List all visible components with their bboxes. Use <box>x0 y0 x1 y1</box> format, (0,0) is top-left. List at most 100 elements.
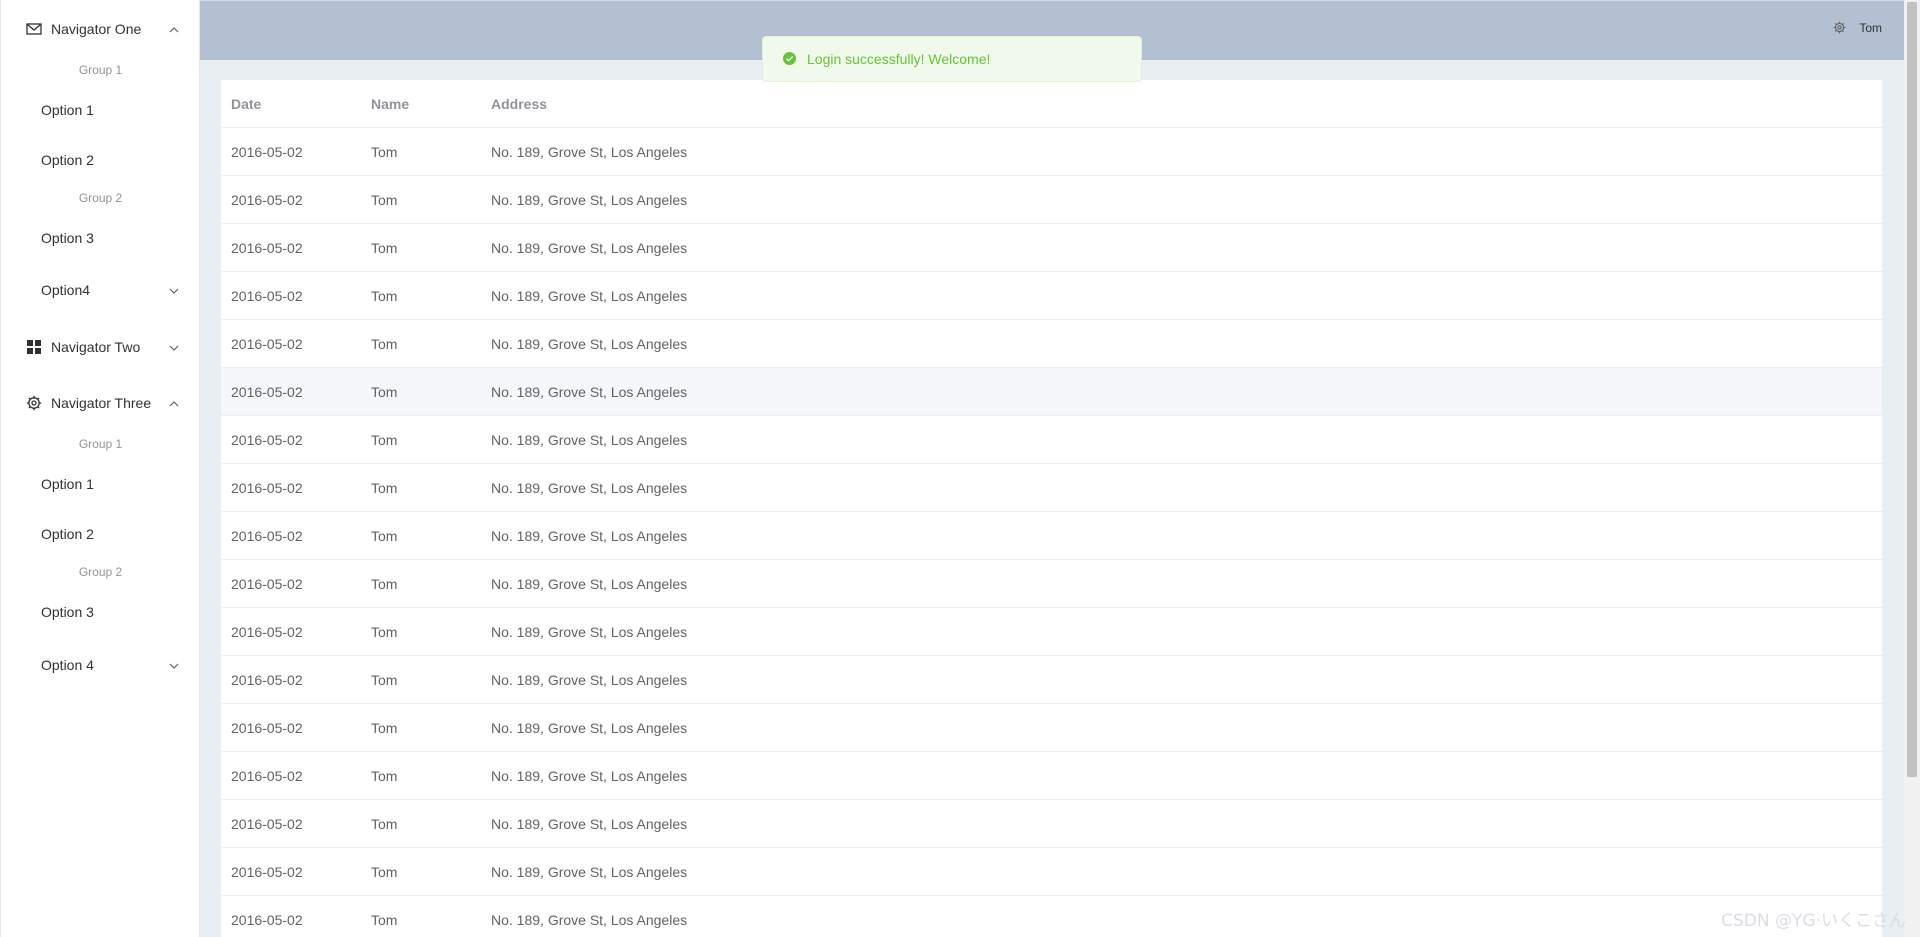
table-row[interactable]: 2016-05-02 Tom No. 189, Grove St, Los Ange… <box>221 656 1882 704</box>
table-row[interactable]: 2016-05-02 Tom No. 189, Grove St, Los Ange… <box>221 848 1882 896</box>
table-row[interactable]: 2016-05-02 Tom No. 189, Grove St, Los Ange… <box>221 176 1882 224</box>
cell-date: 2016-05-02 <box>231 768 303 784</box>
app-window: Navigator One Group 1 Option 1 Option 2 … <box>0 0 1920 937</box>
cell-address: No. 189, Grove St, Los Angeles <box>491 624 688 640</box>
cell-name: Tom <box>371 192 398 208</box>
cell-address: No. 189, Grove St, Los Angeles <box>491 432 688 448</box>
cell-name: Tom <box>371 720 398 736</box>
cell-date: 2016-05-02 <box>231 720 303 736</box>
menu-item-option-3[interactable]: Option 3 <box>1 213 200 263</box>
table-row[interactable]: 2016-05-02 Tom No. 189, Grove St, Los Ange… <box>221 752 1882 800</box>
cell-address: No. 189, Grove St, Los Angeles <box>491 480 688 496</box>
chevron-up-icon <box>168 397 180 409</box>
column-header-date[interactable]: Date <box>231 80 261 128</box>
data-table: Date Name Address 2016-05-02 Tom No. 189, … <box>221 80 1882 937</box>
cell-address: No. 189, Grove St, Los Angeles <box>491 576 688 592</box>
table-row[interactable]: 2016-05-02 Tom No. 189, Grove St, Los Ange… <box>221 560 1882 608</box>
menu-item-option-1[interactable]: Option 1 <box>1 85 200 135</box>
cell-name: Tom <box>371 768 398 784</box>
cell-date: 2016-05-02 <box>231 144 303 160</box>
submenu-option-4-label: Option4 <box>41 282 91 298</box>
watermark: CSDN @YG·いくこさん <box>1721 911 1906 931</box>
menu-item-option-2[interactable]: Option 2 <box>1 135 200 185</box>
cell-date: 2016-05-02 <box>231 576 303 592</box>
cell-address: No. 189, Grove St, Los Angeles <box>491 336 688 352</box>
cell-date: 2016-05-02 <box>231 432 303 448</box>
submenu-option-4[interactable]: Option 4 <box>1 640 200 690</box>
sidebar-submenu-navigator-two[interactable]: Navigator Two <box>1 319 200 375</box>
cell-name: Tom <box>371 912 398 928</box>
cell-address: No. 189, Grove St, Los Angeles <box>491 144 688 160</box>
sidebar-submenu-navigator-three[interactable]: Navigator Three <box>1 375 200 431</box>
table-row[interactable]: 2016-05-02 Tom No. 189, Grove St, Los Ange… <box>221 416 1882 464</box>
toast-message: Login successfully! Welcome! <box>807 51 991 67</box>
cell-address: No. 189, Grove St, Los Angeles <box>491 864 688 880</box>
cell-name: Tom <box>371 816 398 832</box>
gear-icon[interactable] <box>1833 21 1847 35</box>
page-scrollbar[interactable] <box>1904 0 1920 937</box>
sidebar-submenu-label: Navigator One <box>51 21 142 37</box>
menu-item-option-3[interactable]: Option 3 <box>1 587 200 637</box>
table-row[interactable]: 2016-05-02 Tom No. 189, Grove St, Los Ange… <box>221 368 1882 416</box>
cell-date: 2016-05-02 <box>231 192 303 208</box>
table-row[interactable]: 2016-05-02 Tom No. 189, Grove St, Los Ange… <box>221 512 1882 560</box>
mail-icon <box>25 20 43 38</box>
sidebar-menu: Navigator One Group 1 Option 1 Option 2 … <box>0 0 200 937</box>
cell-address: No. 189, Grove St, Los Angeles <box>491 720 688 736</box>
cell-date: 2016-05-02 <box>231 480 303 496</box>
menu-item-option-1[interactable]: Option 1 <box>1 459 200 509</box>
scrollbar-thumb[interactable] <box>1907 2 1917 777</box>
main-content: Date Name Address 2016-05-02 Tom No. 189, … <box>200 60 1904 937</box>
cell-name: Tom <box>371 240 398 256</box>
grid-icon <box>25 338 43 356</box>
cell-name: Tom <box>371 384 398 400</box>
check-circle-icon <box>783 52 797 66</box>
menu-group-title: Group 2 <box>78 565 123 579</box>
cell-address: No. 189, Grove St, Los Angeles <box>491 672 688 688</box>
cell-name: Tom <box>371 288 398 304</box>
cell-address: No. 189, Grove St, Los Angeles <box>491 816 688 832</box>
cell-name: Tom <box>371 336 398 352</box>
table-row[interactable]: 2016-05-02 Tom No. 189, Grove St, Los Ange… <box>221 896 1882 937</box>
menu-group-title: Group 1 <box>78 63 123 77</box>
sidebar-submenu-navigator-one[interactable]: Navigator One <box>1 1 200 57</box>
cell-address: No. 189, Grove St, Los Angeles <box>491 240 688 256</box>
success-toast: Login successfully! Welcome! <box>762 36 1142 82</box>
cell-address: No. 189, Grove St, Los Angeles <box>491 528 688 544</box>
menu-group-title: Group 1 <box>78 437 123 451</box>
chevron-down-icon <box>168 341 180 353</box>
cell-date: 2016-05-02 <box>231 864 303 880</box>
chevron-up-icon <box>168 23 180 35</box>
table-row[interactable]: 2016-05-02 Tom No. 189, Grove St, Los Ange… <box>221 704 1882 752</box>
cell-date: 2016-05-02 <box>231 528 303 544</box>
cell-date: 2016-05-02 <box>231 816 303 832</box>
cell-date: 2016-05-02 <box>231 240 303 256</box>
column-header-name[interactable]: Name <box>371 80 409 128</box>
submenu-option-4-label: Option 4 <box>41 657 94 673</box>
chevron-down-icon <box>168 284 180 296</box>
gear-icon <box>25 394 43 412</box>
table-row[interactable]: 2016-05-02 Tom No. 189, Grove St, Los Ange… <box>221 320 1882 368</box>
table-row[interactable]: 2016-05-02 Tom No. 189, Grove St, Los Ange… <box>221 272 1882 320</box>
table-header-row: Date Name Address <box>221 80 1882 128</box>
submenu-option-4[interactable]: Option4 <box>1 265 200 315</box>
header-username[interactable]: Tom <box>1859 21 1882 35</box>
cell-name: Tom <box>371 480 398 496</box>
cell-date: 2016-05-02 <box>231 624 303 640</box>
cell-address: No. 189, Grove St, Los Angeles <box>491 384 688 400</box>
table-row[interactable]: 2016-05-02 Tom No. 189, Grove St, Los Ange… <box>221 800 1882 848</box>
menu-item-option-2[interactable]: Option 2 <box>1 509 200 559</box>
sidebar-submenu-label: Navigator Two <box>51 339 141 355</box>
sidebar-submenu-label: Navigator Three <box>51 395 152 411</box>
cell-name: Tom <box>371 432 398 448</box>
cell-date: 2016-05-02 <box>231 672 303 688</box>
table-row[interactable]: 2016-05-02 Tom No. 189, Grove St, Los Ange… <box>221 128 1882 176</box>
table-row[interactable]: 2016-05-02 Tom No. 189, Grove St, Los Ange… <box>221 224 1882 272</box>
cell-name: Tom <box>371 864 398 880</box>
cell-name: Tom <box>371 144 398 160</box>
table-row[interactable]: 2016-05-02 Tom No. 189, Grove St, Los Ange… <box>221 464 1882 512</box>
cell-address: No. 189, Grove St, Los Angeles <box>491 192 688 208</box>
table-row[interactable]: 2016-05-02 Tom No. 189, Grove St, Los Ange… <box>221 608 1882 656</box>
column-header-address[interactable]: Address <box>491 80 547 128</box>
cell-date: 2016-05-02 <box>231 912 303 928</box>
